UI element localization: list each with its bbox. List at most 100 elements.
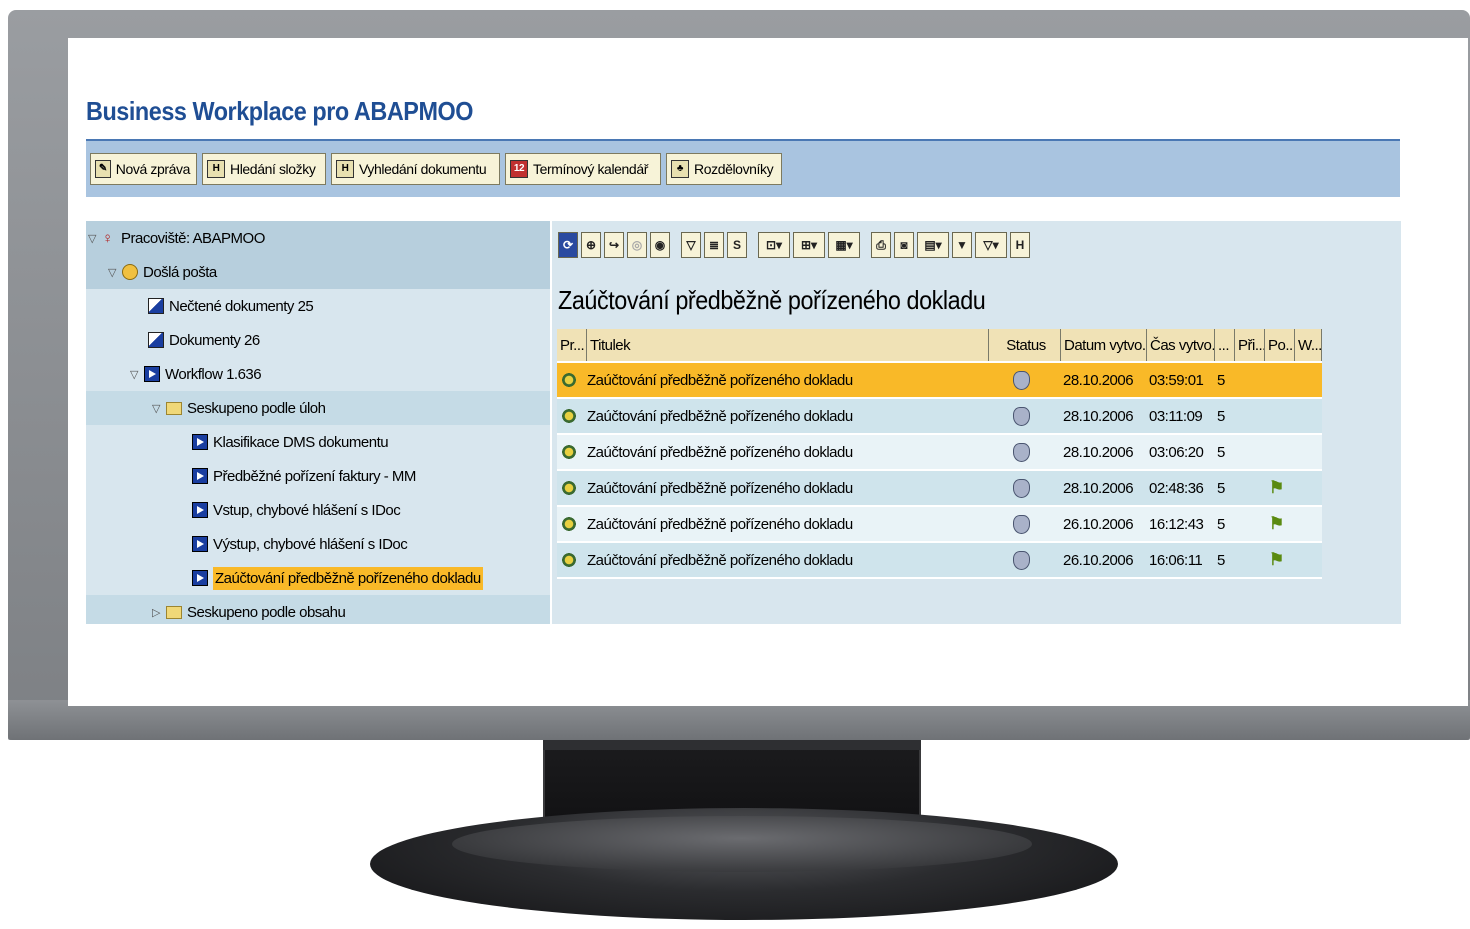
calendar-button[interactable]: 12 Termínový kalendář [505,153,661,185]
columns-icon[interactable]: ▤▾ [917,232,949,258]
new-message-icon: ✎ [95,160,111,178]
tree-item-posting-preliminary-selected[interactable]: Zaúčtování předběžně pořízeného dokladu [86,561,550,595]
expand-toggle-icon[interactable]: ▷ [150,606,162,619]
table-row[interactable]: Zaúčtování předběžně pořízeného dokladu … [557,399,1322,435]
row-time: 16:06:11 [1149,551,1203,569]
table-row[interactable]: Zaúčtování předběžně pořízeného dokladu … [557,507,1322,543]
column-header-created-date[interactable]: Datum vytvo... [1061,329,1147,361]
status-icon [1013,442,1030,462]
monitor-bezel-bottom [8,700,1470,740]
forward-icon[interactable]: ↪ [604,232,624,258]
table-row[interactable]: Zaúčtování předběžně pořízeného dokladu … [557,543,1322,579]
tree-item-inbox[interactable]: ▽ Došlá pošta [86,255,550,289]
column-header-w[interactable]: W... [1295,329,1322,361]
flag-icon [1269,435,1295,469]
document-search-button[interactable]: H Vyhledání dokumentu [331,153,500,185]
tree-item-invoice-preliminary[interactable]: Předběžné pořízení faktury - MM [86,459,550,493]
print-icon[interactable]: ⎙ [871,232,891,258]
execute-icon[interactable]: ⊕ [581,232,601,258]
expand-toggle-icon[interactable]: ▽ [106,266,118,279]
workflow-icon [192,502,208,518]
tree-item-label: Došlá pošta [143,263,217,281]
expand-toggle-icon[interactable]: ▽ [128,368,140,381]
monitor-stand-strip [543,740,921,750]
export-icon[interactable]: S [727,232,747,258]
move-icon[interactable]: ⊡▾ [758,232,790,258]
tree-item-label: Klasifikace DMS dokumentu [213,433,389,451]
work-item-table: Pr... Titulek Status Datum vytvo... Čas … [557,329,1322,579]
distribution-lists-button[interactable]: ♣ Rozdělovníky [666,153,782,185]
document-icon [148,298,164,314]
column-header-title[interactable]: Titulek [587,329,989,361]
settings-icon[interactable]: ◉ [650,232,670,258]
work-item-gear-icon [561,408,577,424]
filter3-icon[interactable]: ▽▾ [975,232,1007,258]
status-icon [1013,514,1030,534]
sort-icon[interactable]: ≣ [704,232,724,258]
tree-item-documents[interactable]: Dokumenty 26 [86,323,550,357]
list-toolbar: ⟳ ⊕ ↪ ◎ ◉ ▽ ≣ S ⊡▾ ⊞▾ ▦▾ ⎙ ◙ ▤▾ ▼ ▽▾ H [558,226,1033,264]
status-icon [1013,550,1030,570]
tree-item-grouped-by-content[interactable]: ▷ Seskupeno podle obsahu [86,595,550,624]
status-icon [1013,478,1030,498]
tree-item-label: Zaúčtování předběžně pořízeného dokladu [213,566,483,590]
work-item-gear-icon [561,372,577,388]
tree-item-dms-classification[interactable]: Klasifikace DMS dokumentu [86,425,550,459]
tree-item-label: Výstup, chybové hlášení s IDoc [213,535,408,553]
work-item-gear-icon [561,516,577,532]
expand-toggle-icon[interactable]: ▽ [86,232,98,245]
calendar-icon: 12 [510,160,528,178]
column-header-priority[interactable]: Pr... [557,329,587,361]
tree-item-unread-documents[interactable]: Nečtené dokumenty 25 [86,289,550,323]
workflow-icon [192,570,208,586]
tree-item-label: Pracoviště: ABAPMOO [121,229,265,247]
preview-icon[interactable]: ◙ [894,232,914,258]
distribution-lists-label: Rozdělovníky [694,161,774,177]
row-priority: 5 [1217,407,1225,425]
new-message-label: Nová zpráva [115,161,191,177]
tree-item-label: Dokumenty 26 [169,331,260,349]
workflow-icon [144,366,160,382]
refresh-icon[interactable]: ⟳ [558,232,578,258]
status-icon [1013,406,1030,426]
row-title: Zaúčtování předběžně pořízeného dokladu [587,515,853,533]
table-header: Pr... Titulek Status Datum vytvo... Čas … [557,329,1322,363]
tree-item-workplace[interactable]: ▽ ♀ Pracoviště: ABAPMOO [86,221,550,255]
tree-item-grouped-by-tasks[interactable]: ▽ Seskupeno podle úloh [86,391,550,425]
work-item-gear-icon [561,552,577,568]
disabled-icon[interactable]: ◎ [627,232,647,258]
workflow-icon [192,434,208,450]
tree-item-workflow[interactable]: ▽ Workflow 1.636 [86,357,550,391]
table-row[interactable]: Zaúčtování předběžně pořízeného dokladu … [557,435,1322,471]
filter2-icon[interactable]: ▼ [952,232,972,258]
row-time: 03:11:09 [1149,407,1203,425]
work-item-pane: ⟳ ⊕ ↪ ◎ ◉ ▽ ≣ S ⊡▾ ⊞▾ ▦▾ ⎙ ◙ ▤▾ ▼ ▽▾ H Z… [552,221,1401,624]
inbox-icon [122,264,138,280]
folder-search-button[interactable]: H Hledání složky [202,153,326,185]
row-date: 28.10.2006 [1063,371,1134,389]
row-date: 28.10.2006 [1063,443,1134,461]
row-date: 26.10.2006 [1063,515,1134,533]
tree-item-idoc-output-error[interactable]: Výstup, chybové hlášení s IDoc [86,527,550,561]
attach-icon[interactable]: ⊞▾ [793,232,825,258]
filter-icon[interactable]: ▽ [681,232,701,258]
tree-item-idoc-input-error[interactable]: Vstup, chybové hlášení s IDoc [86,493,550,527]
table-row[interactable]: Zaúčtování předběžně pořízeného dokladu … [557,363,1322,399]
column-header-attachment[interactable]: Při... [1235,329,1265,361]
column-header-created-time[interactable]: Čas vytvo... [1147,329,1215,361]
column-header-more[interactable]: ... [1215,329,1235,361]
expand-toggle-icon[interactable]: ▽ [150,402,162,415]
new-message-button[interactable]: ✎ Nová zpráva [90,153,197,185]
folder-search-label: Hledání složky [230,161,316,177]
flag-icon: ⚑ [1269,550,1284,569]
tree-item-label: Seskupeno podle úloh [187,399,326,417]
main-toolbar: ✎ Nová zpráva H Hledání složky H Vyhledá… [86,141,1400,197]
find-icon[interactable]: H [1010,232,1030,258]
table-row[interactable]: Zaúčtování předběžně pořízeného dokladu … [557,471,1322,507]
binoculars-icon: H [336,160,354,178]
column-header-status[interactable]: Status [989,329,1061,361]
layout-icon[interactable]: ▦▾ [828,232,860,258]
folder-tree: ▽ ♀ Pracoviště: ABAPMOO ▽ Došlá pošta Ne… [86,221,550,624]
column-header-flag[interactable]: Po... [1265,329,1295,361]
work-item-gear-icon [561,444,577,460]
